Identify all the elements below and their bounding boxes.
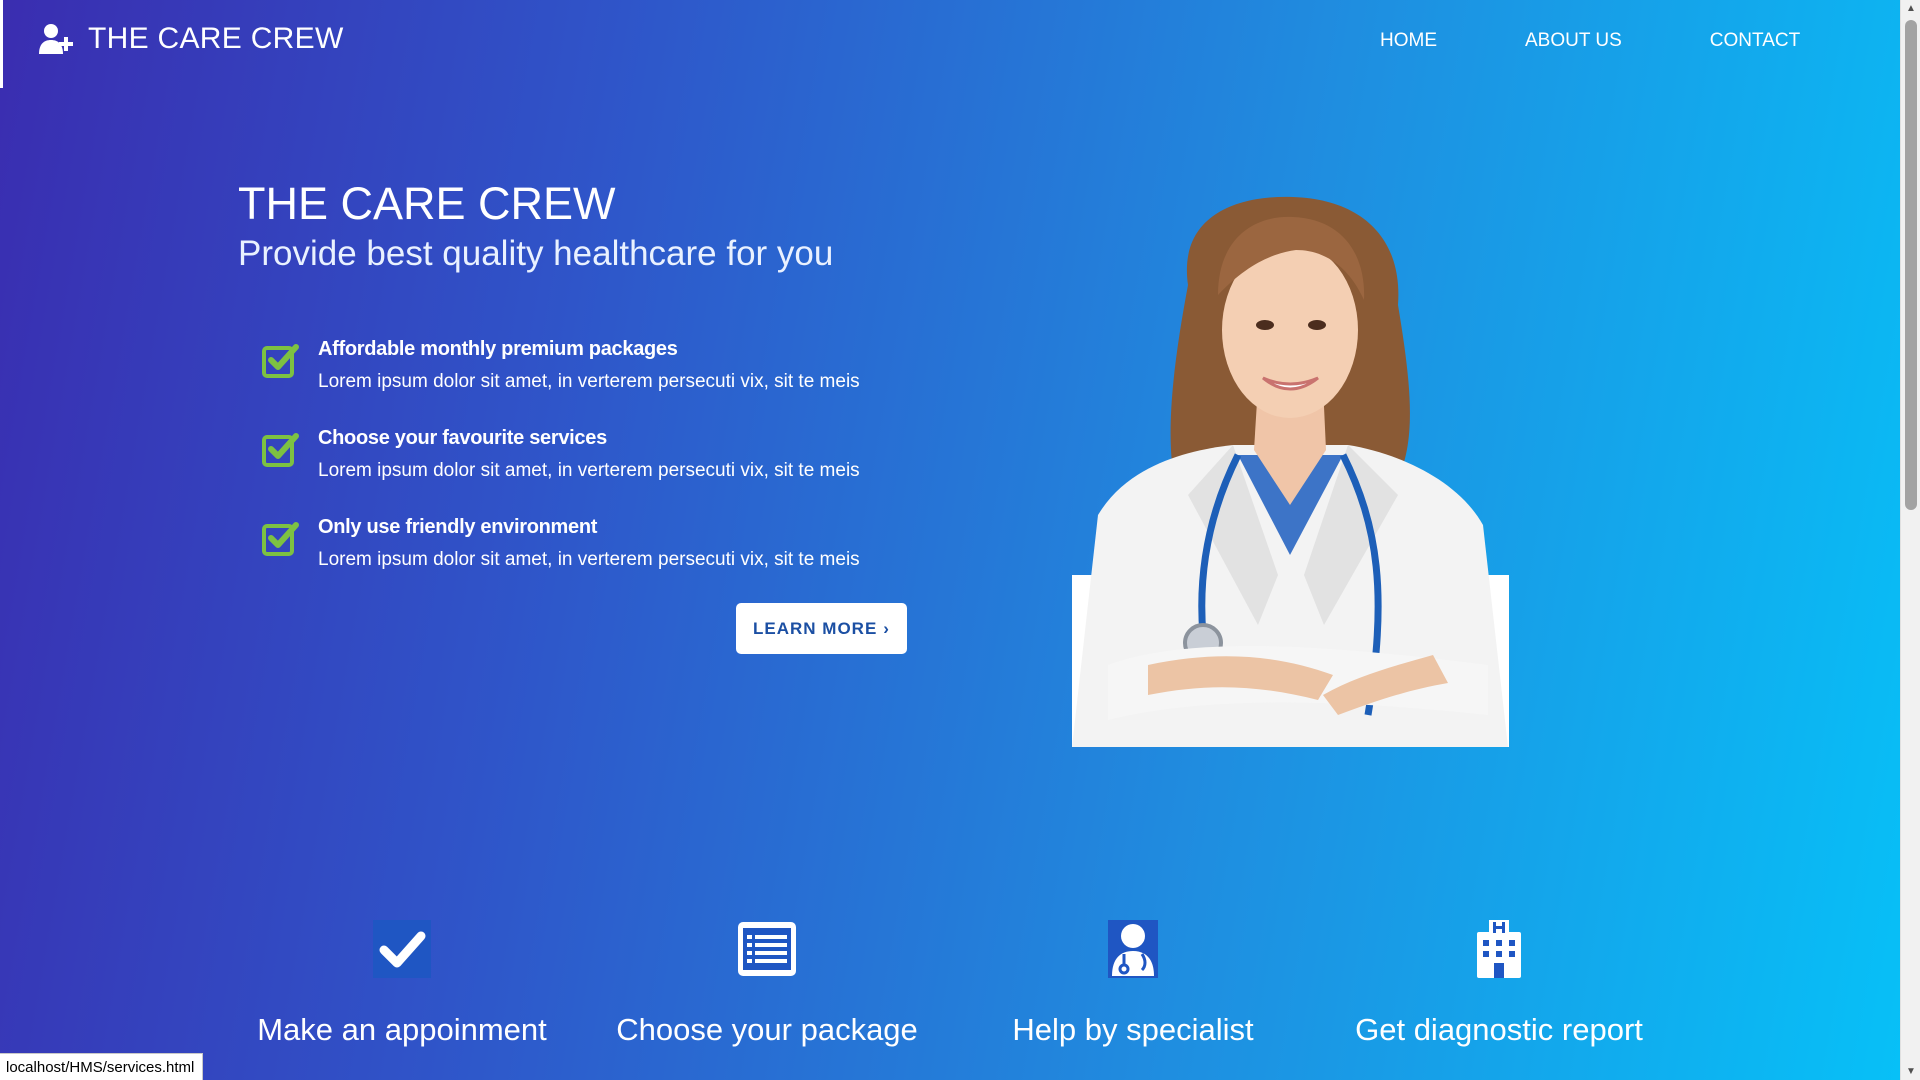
feature-title: Choose your favourite services (318, 427, 607, 449)
doctor-photo (1072, 196, 1509, 747)
status-bar-url: localhost/HMS/services.html (0, 1053, 204, 1080)
check-box-icon (373, 920, 431, 978)
service-item[interactable]: Help by specialist (963, 918, 1303, 1048)
brand-name: THE CARE CREW (88, 22, 344, 55)
service-item[interactable]: Choose your package (597, 918, 937, 1048)
hospital-icon (1477, 920, 1521, 978)
service-label: Choose your package (616, 1012, 918, 1047)
learn-more-label: LEARN MORE (753, 618, 878, 638)
feature-text: Lorem ipsum dolor sit amet, in verterem … (318, 460, 860, 481)
feature-list: Affordable monthly premium packages Lore… (262, 338, 942, 605)
check-square-icon (262, 344, 299, 378)
user-plus-icon (39, 24, 73, 54)
feature-item: Affordable monthly premium packages Lore… (262, 338, 942, 427)
scroll-thumb[interactable] (1905, 20, 1917, 510)
feature-title: Affordable monthly premium packages (318, 338, 678, 360)
feature-item: Only use friendly environment Lorem ipsu… (262, 516, 942, 605)
service-item[interactable]: Make an appoinment (232, 918, 572, 1048)
check-square-icon (262, 522, 299, 556)
services-row: Make an appoinment Choose your package H… (0, 918, 1900, 1080)
scroll-up-icon[interactable]: ▲ (1901, 0, 1920, 17)
list-icon (738, 922, 796, 976)
doctor-icon (1108, 920, 1158, 978)
site-header: THE CARE CREW HOME ABOUT US CONTACT (0, 0, 1900, 88)
feature-text: Lorem ipsum dolor sit amet, in verterem … (318, 371, 860, 392)
chevron-right-icon: › (883, 618, 890, 638)
brand-link[interactable]: THE CARE CREW (38, 22, 344, 56)
service-label: Get diagnostic report (1355, 1012, 1643, 1047)
main-nav: HOME ABOUT US CONTACT (1380, 30, 1800, 52)
learn-more-button[interactable]: LEARN MORE › (736, 603, 907, 654)
nav-contact[interactable]: CONTACT (1710, 30, 1800, 52)
vertical-scrollbar[interactable]: ▲ ▼ (1900, 0, 1920, 1080)
feature-item: Choose your favourite services Lorem ips… (262, 427, 942, 516)
service-label: Help by specialist (1012, 1012, 1254, 1047)
page: THE CARE CREW HOME ABOUT US CONTACT THE … (0, 0, 1900, 1080)
hero-subtitle: Provide best quality healthcare for you (238, 234, 834, 273)
nav-home[interactable]: HOME (1380, 30, 1437, 52)
check-square-icon (262, 433, 299, 467)
header-edge (0, 0, 3, 88)
service-item[interactable]: Get diagnostic report (1329, 918, 1669, 1048)
feature-title: Only use friendly environment (318, 516, 598, 538)
scroll-down-icon[interactable]: ▼ (1901, 1063, 1920, 1080)
feature-text: Lorem ipsum dolor sit amet, in verterem … (318, 549, 860, 570)
hero-title: THE CARE CREW (238, 178, 616, 229)
nav-about-us[interactable]: ABOUT US (1525, 30, 1622, 52)
service-label: Make an appoinment (257, 1012, 547, 1047)
